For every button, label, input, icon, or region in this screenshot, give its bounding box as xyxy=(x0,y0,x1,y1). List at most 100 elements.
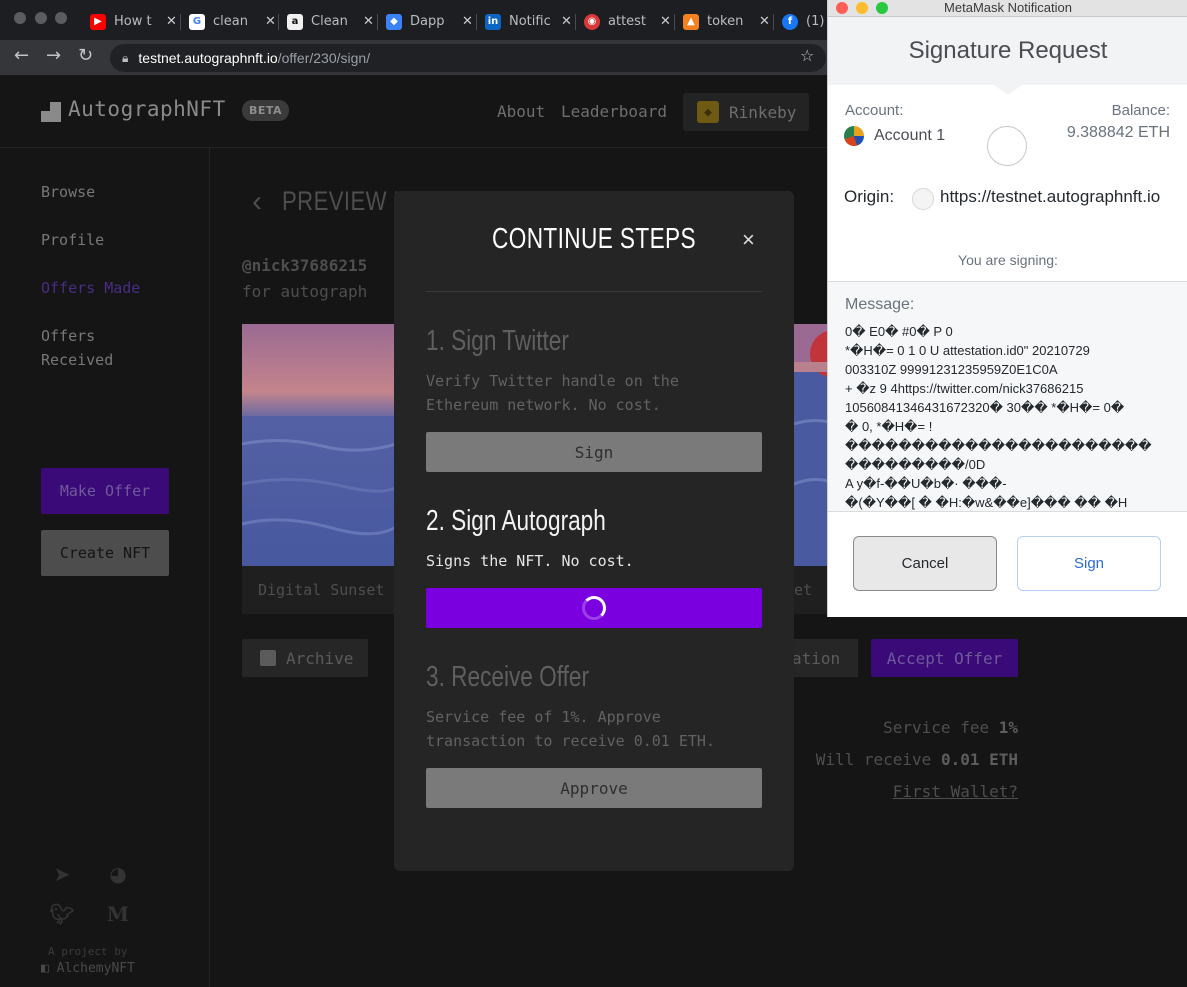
network-button[interactable]: ◆ Rinkeby xyxy=(683,93,809,131)
tab-close-icon[interactable]: ✕ xyxy=(363,14,374,29)
window-minimize-button[interactable] xyxy=(856,2,868,14)
message-content: 0� E0� #0� P 0 *�H�= 0 1 0 U attestation… xyxy=(845,324,1152,510)
site-logo[interactable]: AutographNFT xyxy=(68,97,226,121)
browser-tab[interactable]: ▲ token ✕ xyxy=(675,8,770,35)
balance-label: Balance: xyxy=(1111,102,1170,119)
medium-icon[interactable]: M xyxy=(105,901,131,927)
create-nft-button[interactable]: Create NFT xyxy=(41,530,169,576)
account-avatar-icon xyxy=(844,126,864,146)
divider xyxy=(426,291,762,292)
approve-button[interactable]: Approve xyxy=(426,768,762,808)
sign-twitter-button[interactable]: Sign xyxy=(426,432,762,472)
google-icon: G xyxy=(189,13,205,30)
sidebar-item-profile[interactable]: Profile xyxy=(41,228,104,252)
step-1-description: Verify Twitter handle on the Ethereum ne… xyxy=(426,372,679,414)
browser-tab[interactable]: ◉ attest ✕ xyxy=(576,8,671,35)
nav-leaderboard[interactable]: Leaderboard xyxy=(561,102,667,121)
alchemy-link[interactable]: ◧ AlchemyNFT xyxy=(41,961,135,976)
discord-icon[interactable]: ◕ xyxy=(105,861,131,887)
window-minimize-button[interactable] xyxy=(35,12,47,24)
linkedin-icon: in xyxy=(485,13,501,30)
facebook-icon: f xyxy=(782,13,798,30)
window-zoom-button[interactable] xyxy=(876,2,888,14)
nav-about[interactable]: About xyxy=(497,102,545,121)
archive-icon xyxy=(260,650,276,666)
first-wallet-link[interactable]: First Wallet? xyxy=(893,782,1018,801)
forward-arrow-icon[interactable]: → xyxy=(46,46,61,66)
metamask-window: MetaMask Notification Signature Request … xyxy=(827,0,1187,617)
browser-tab[interactable]: ▶ How t ✕ xyxy=(82,8,177,35)
modal-title: CONTINUE STEPS xyxy=(491,223,697,255)
youtube-icon: ▶ xyxy=(90,13,106,30)
window-close-button[interactable] xyxy=(836,2,848,14)
request-subtitle: for autograph xyxy=(242,282,368,301)
account-label: Account: xyxy=(845,102,904,119)
tab-close-icon[interactable]: ✕ xyxy=(462,14,473,29)
service-fee-line: Service fee 1% xyxy=(883,718,1018,737)
browser-tab[interactable]: in Notific ✕ xyxy=(477,8,572,35)
continue-steps-modal: CONTINUE STEPS × 1. Sign Twitter Verify … xyxy=(394,191,794,871)
signing-label: You are signing: xyxy=(958,252,1058,268)
header-caret xyxy=(994,85,1022,95)
browser-tab[interactable]: G clean ✕ xyxy=(181,8,276,35)
reload-icon[interactable]: ↻ xyxy=(78,46,93,66)
origin-url: https://testnet.autographnft.io xyxy=(940,187,1161,206)
archive-button[interactable]: Archive xyxy=(242,639,368,677)
step-2-title: 2. Sign Autograph xyxy=(426,505,606,537)
browser-tab[interactable]: a Clean ✕ xyxy=(279,8,374,35)
token-icon: ▲ xyxy=(683,13,699,30)
back-arrow-icon[interactable]: ← xyxy=(14,46,29,66)
step-3-title: 3. Receive Offer xyxy=(426,661,590,693)
tab-close-icon[interactable]: ✕ xyxy=(166,14,177,29)
loading-spinner-icon xyxy=(582,596,606,620)
chevron-left-icon[interactable]: ‹ xyxy=(252,185,262,219)
make-offer-button[interactable]: Make Offer xyxy=(41,468,169,514)
amazon-icon: a xyxy=(287,13,303,30)
account-selector: Account 1 xyxy=(844,126,945,146)
twitter-handle: @nick37686215 xyxy=(242,256,368,275)
dapp-icon: ◆ xyxy=(386,13,402,30)
identicon xyxy=(987,126,1027,166)
step-1-title: 1. Sign Twitter xyxy=(426,325,569,357)
sign-autograph-button[interactable] xyxy=(426,588,762,628)
browser-tab[interactable]: ◆ Dapp ✕ xyxy=(378,8,473,35)
network-label: Rinkeby xyxy=(729,102,797,122)
tab-close-icon[interactable]: ✕ xyxy=(660,14,671,29)
address-bar[interactable]: 🔒︎ testnet.autographnft.io/offer/230/sig… xyxy=(110,44,826,72)
tab-close-icon[interactable]: ✕ xyxy=(561,14,572,29)
metamask-titlebar: MetaMask Notification xyxy=(828,0,1187,17)
sidebar-item-offers-made[interactable]: Offers Made xyxy=(41,276,140,300)
window-zoom-button[interactable] xyxy=(55,12,67,24)
message-box[interactable]: Message: 0� E0� #0� P 0 *�H�= 0 1 0 U at… xyxy=(828,281,1187,512)
accept-offer-button[interactable]: Accept Offer xyxy=(871,639,1018,677)
beta-badge: BETA xyxy=(242,100,290,121)
message-label: Message: xyxy=(845,296,915,313)
sidebar: Browse Profile Offers Made Offers Receiv… xyxy=(0,148,210,987)
tab-close-icon[interactable]: ✕ xyxy=(265,14,276,29)
verification-button[interactable]: ation xyxy=(792,639,858,677)
nft-caption: Digital Sunset xyxy=(242,566,404,614)
window-close-button[interactable] xyxy=(14,12,26,24)
will-receive-line: Will receive 0.01 ETH xyxy=(815,750,1018,769)
step-2-description: Signs the NFT. No cost. xyxy=(426,552,634,570)
bookmark-star-icon[interactable]: ☆ xyxy=(800,46,814,65)
telegram-icon[interactable]: ➤ xyxy=(49,861,75,887)
logo-icon xyxy=(41,102,61,122)
project-by-label: A project by xyxy=(48,945,128,958)
cancel-button[interactable]: Cancel xyxy=(853,536,997,591)
sign-button[interactable]: Sign xyxy=(1017,536,1161,591)
lock-icon: 🔒︎ xyxy=(122,50,129,65)
sidebar-item-offers-received[interactable]: Offers Received xyxy=(41,324,113,372)
step-3-description: Service fee of 1%. Approve transaction t… xyxy=(426,708,715,750)
ethereum-icon: ◆ xyxy=(697,101,719,123)
close-icon[interactable]: × xyxy=(742,227,755,253)
tab-close-icon[interactable]: ✕ xyxy=(759,14,770,29)
account-balance: 9.388842 ETH xyxy=(1066,124,1170,141)
twitter-icon[interactable]: 🐦︎ xyxy=(49,901,75,927)
attest-icon: ◉ xyxy=(584,13,600,30)
sidebar-item-browse[interactable]: Browse xyxy=(41,180,95,204)
signature-request-title: Signature Request xyxy=(908,37,1108,64)
site-favicon-icon xyxy=(912,188,934,210)
metamask-header: Signature Request xyxy=(828,17,1187,85)
nft-image[interactable] xyxy=(242,324,402,566)
